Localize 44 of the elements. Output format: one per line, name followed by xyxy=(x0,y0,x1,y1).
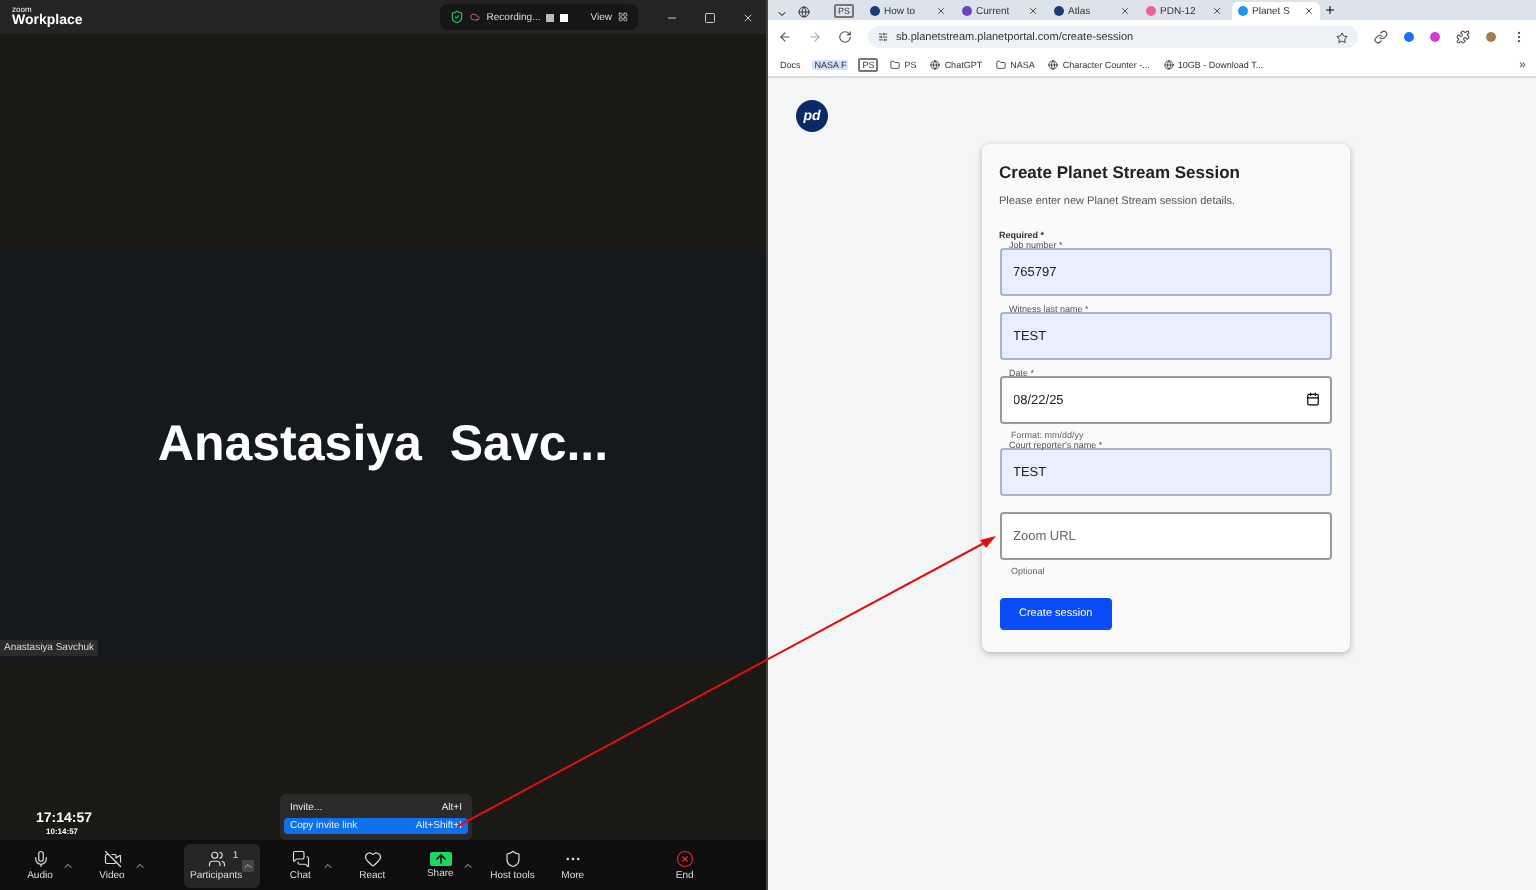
link-icon[interactable] xyxy=(1374,30,1388,44)
pause-icon[interactable] xyxy=(546,13,555,21)
minimize-icon[interactable] xyxy=(666,11,678,23)
extension-icon[interactable] xyxy=(1430,32,1440,42)
reload-icon[interactable] xyxy=(838,30,852,44)
grid-icon xyxy=(618,12,628,22)
microphone-icon xyxy=(31,849,49,867)
caret-icon[interactable] xyxy=(62,859,74,871)
tab-list-icon[interactable] xyxy=(776,8,788,20)
caret-icon[interactable] xyxy=(322,859,335,871)
globe-icon xyxy=(798,5,810,17)
new-tab-icon[interactable] xyxy=(1324,4,1337,16)
stop-icon[interactable] xyxy=(560,13,569,21)
folder-icon xyxy=(890,60,901,70)
menu-icon[interactable] xyxy=(1512,30,1526,44)
favicon-icon xyxy=(870,6,881,16)
profile-avatar[interactable] xyxy=(1486,32,1496,42)
favicon-icon xyxy=(962,6,973,16)
caret-icon[interactable] xyxy=(462,859,475,871)
shield-icon xyxy=(450,10,465,24)
chat-icon xyxy=(291,849,310,867)
favicon-icon xyxy=(1146,6,1157,16)
camera-off-icon xyxy=(103,849,121,867)
favicon-icon xyxy=(1054,6,1065,16)
cloud-icon xyxy=(470,12,481,22)
favicon-icon xyxy=(1238,6,1249,16)
end-icon xyxy=(675,849,694,867)
caret-icon[interactable] xyxy=(242,859,255,871)
extension-icon[interactable] xyxy=(1404,32,1414,42)
site-icon xyxy=(1048,60,1059,70)
caret-icon[interactable] xyxy=(134,859,146,871)
extensions-icon[interactable] xyxy=(1456,30,1470,44)
calendar-icon[interactable] xyxy=(1305,392,1319,406)
shield-icon xyxy=(503,849,522,867)
folder-icon xyxy=(996,60,1007,70)
site-icon xyxy=(1163,60,1174,70)
people-icon xyxy=(207,849,226,867)
speaker-name: Anastasiya Savc... xyxy=(157,416,609,474)
share-icon xyxy=(429,851,452,865)
form-title: Create Planet Stream Session xyxy=(999,162,1242,182)
maximize-icon[interactable] xyxy=(704,11,716,23)
back-icon[interactable] xyxy=(778,30,792,44)
heart-icon xyxy=(363,849,382,867)
site-icon xyxy=(930,60,941,70)
